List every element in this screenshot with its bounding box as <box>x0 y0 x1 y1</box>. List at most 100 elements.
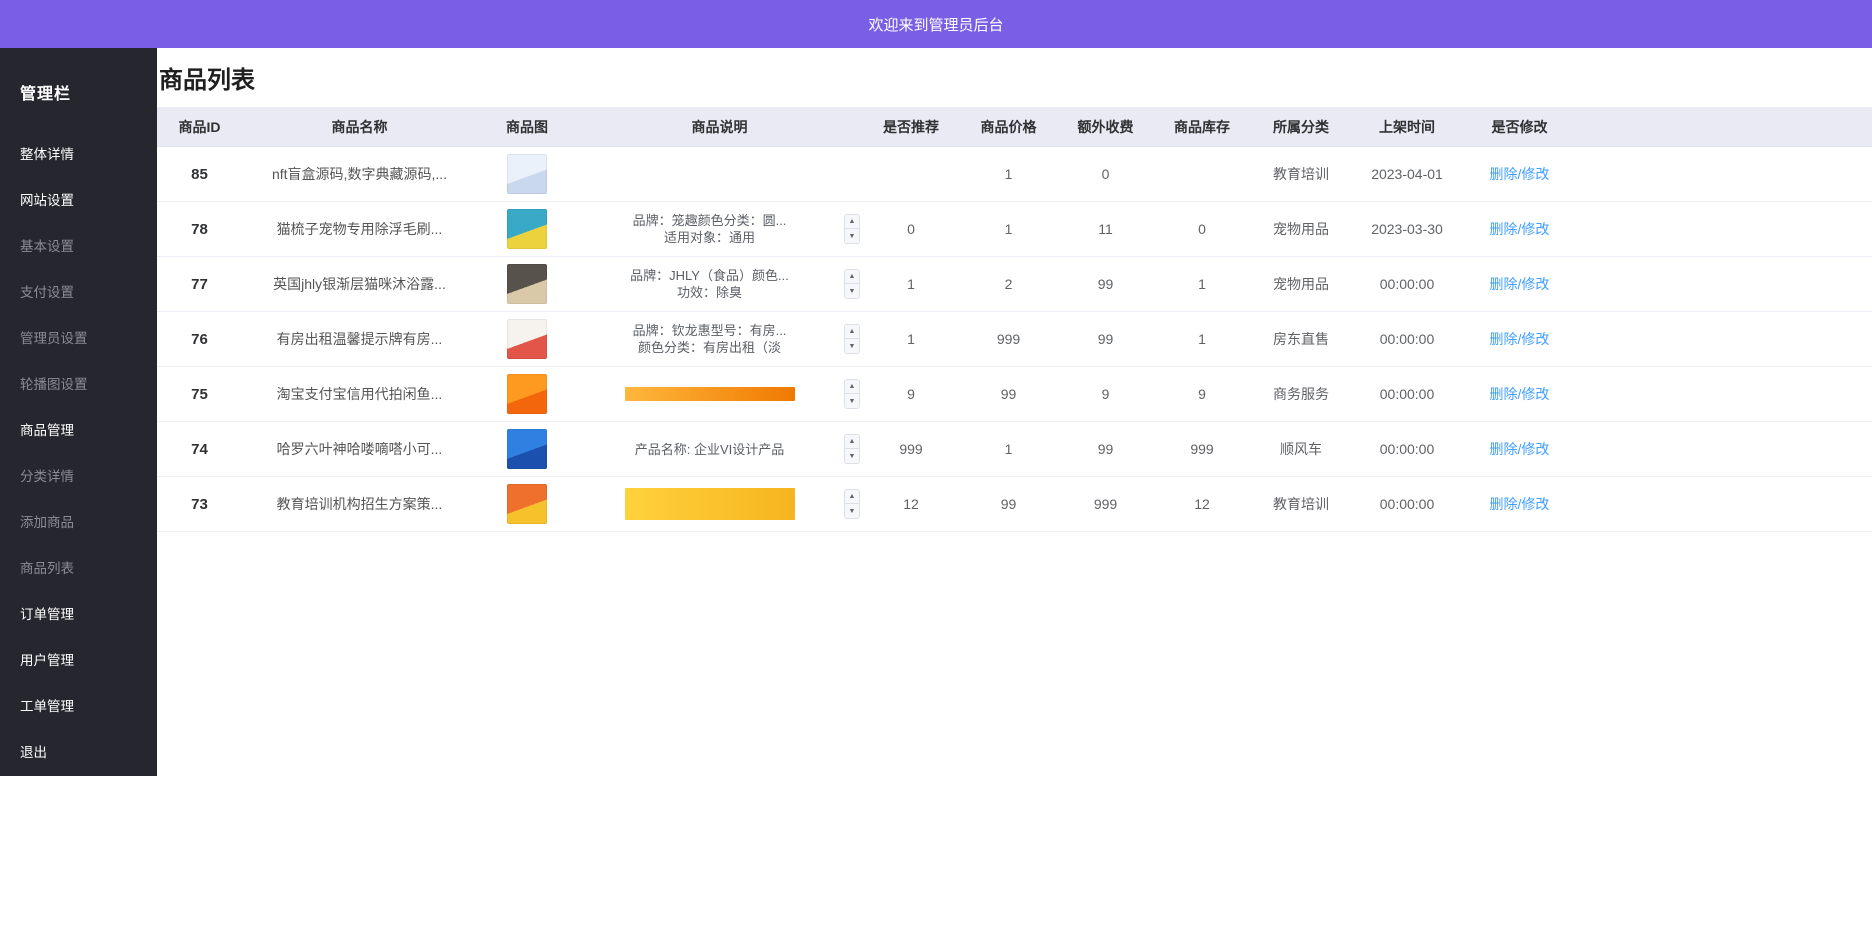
action-cell: 删除/修改 <box>1462 272 1577 296</box>
main-content: 商品列表 商品ID商品名称商品图商品说明是否推荐商品价格额外收费商品库存所属分类… <box>157 48 1872 776</box>
product-description-cell: 品牌：笼趣颜色分类：圆...适用对象：通用 ▲▼ <box>577 202 862 256</box>
stepper-down-icon[interactable]: ▼ <box>845 449 859 463</box>
sidebar-item[interactable]: 支付设置 <box>0 268 157 314</box>
product-name: 猫梳子宠物专用除浮毛刷... <box>242 217 477 241</box>
product-name: 哈罗六叶神哈喽嘀嗒小可... <box>242 437 477 461</box>
delete-edit-link[interactable]: 删除/修改 <box>1490 496 1550 512</box>
stepper-down-icon[interactable]: ▼ <box>845 504 859 518</box>
extra-fee-value: 99 <box>1057 439 1154 459</box>
product-id: 74 <box>157 439 242 460</box>
stepper-down-icon[interactable]: ▼ <box>845 339 859 353</box>
product-thumbnail <box>507 154 547 194</box>
description-image <box>625 387 795 401</box>
column-header: 是否推荐 <box>862 115 960 139</box>
quantity-stepper[interactable]: ▲▼ <box>844 324 860 354</box>
sidebar-item[interactable]: 商品管理 <box>0 406 157 452</box>
extra-fee-value: 11 <box>1057 219 1154 239</box>
app-layout: 管理栏 整体详情网站设置基本设置支付设置管理员设置轮播图设置商品管理分类详情添加… <box>0 48 1872 776</box>
product-name: nft盲盒源码,数字典藏源码,... <box>242 162 477 186</box>
quantity-stepper[interactable]: ▲▼ <box>844 214 860 244</box>
product-description: 品牌：JHLY（食品）颜色...功效：除臭 <box>579 267 840 301</box>
stepper-down-icon[interactable]: ▼ <box>845 284 859 298</box>
column-header: 商品ID <box>157 115 242 139</box>
table-row: 85 nft盲盒源码,数字典藏源码,... 1 0 教育培训 2023-04-0… <box>157 147 1872 202</box>
delete-edit-link[interactable]: 删除/修改 <box>1490 166 1550 182</box>
quantity-stepper[interactable]: ▲▼ <box>844 269 860 299</box>
delete-edit-link[interactable]: 删除/修改 <box>1490 221 1550 237</box>
table-row: 76 有房出租温馨提示牌有房... 品牌：钦龙惠型号：有房...颜色分类：有房出… <box>157 312 1872 367</box>
column-header: 上架时间 <box>1352 115 1462 139</box>
stepper-up-icon[interactable]: ▲ <box>845 215 859 229</box>
listing-time-value: 00:00:00 <box>1352 274 1462 294</box>
listing-time-value: 2023-03-30 <box>1352 219 1462 239</box>
category-value: 商务服务 <box>1250 382 1352 406</box>
sidebar-item[interactable]: 网站设置 <box>0 176 157 222</box>
product-name: 淘宝支付宝信用代拍闲鱼... <box>242 382 477 406</box>
product-id: 78 <box>157 219 242 240</box>
extra-fee-value: 999 <box>1057 494 1154 514</box>
product-description: 品牌：笼趣颜色分类：圆...适用对象：通用 <box>579 212 840 246</box>
product-id: 76 <box>157 329 242 350</box>
product-image-cell <box>477 207 577 251</box>
product-description: 产品名称: 企业VI设计产品 <box>579 441 840 458</box>
stepper-down-icon[interactable]: ▼ <box>845 229 859 243</box>
sidebar-item[interactable]: 订单管理 <box>0 590 157 636</box>
table-row: 78 猫梳子宠物专用除浮毛刷... 品牌：笼趣颜色分类：圆...适用对象：通用 … <box>157 202 1872 257</box>
stock-value: 9 <box>1154 384 1250 404</box>
product-description <box>579 387 840 401</box>
sidebar-item[interactable]: 退出 <box>0 728 157 774</box>
sidebar-item[interactable]: 基本设置 <box>0 222 157 268</box>
extra-fee-value: 99 <box>1057 329 1154 349</box>
category-value: 教育培训 <box>1250 162 1352 186</box>
product-description-cell: ▲▼ <box>577 367 862 421</box>
listing-time-value: 00:00:00 <box>1352 439 1462 459</box>
stepper-up-icon[interactable]: ▲ <box>845 490 859 504</box>
recommend-value: 0 <box>862 219 960 239</box>
category-value: 房东直售 <box>1250 327 1352 351</box>
quantity-stepper[interactable]: ▲▼ <box>844 489 860 519</box>
delete-edit-link[interactable]: 删除/修改 <box>1490 441 1550 457</box>
price-value: 1 <box>960 439 1057 459</box>
stepper-down-icon[interactable]: ▼ <box>845 394 859 408</box>
sidebar-item[interactable]: 轮播图设置 <box>0 360 157 406</box>
stepper-up-icon[interactable]: ▲ <box>845 270 859 284</box>
table-row: 73 教育培训机构招生方案策... ▲▼ 12 99 999 12 教育培训 0… <box>157 477 1872 532</box>
category-value: 宠物用品 <box>1250 217 1352 241</box>
product-id: 77 <box>157 274 242 295</box>
stepper-up-icon[interactable]: ▲ <box>845 380 859 394</box>
column-header: 商品说明 <box>577 115 862 139</box>
quantity-stepper[interactable]: ▲▼ <box>844 434 860 464</box>
sidebar-item[interactable]: 商品列表 <box>0 544 157 590</box>
delete-edit-link[interactable]: 删除/修改 <box>1490 386 1550 402</box>
recommend-value <box>862 172 960 176</box>
category-value: 宠物用品 <box>1250 272 1352 296</box>
recommend-value: 999 <box>862 439 960 459</box>
product-name: 英国jhly银渐层猫咪沐浴露... <box>242 272 477 296</box>
product-description: 品牌：钦龙惠型号：有房...颜色分类：有房出租（淡 <box>579 322 840 356</box>
product-description-cell: 品牌：钦龙惠型号：有房...颜色分类：有房出租（淡 ▲▼ <box>577 312 862 366</box>
stepper-up-icon[interactable]: ▲ <box>845 325 859 339</box>
recommend-value: 12 <box>862 494 960 514</box>
price-value: 999 <box>960 329 1057 349</box>
price-value: 1 <box>960 164 1057 184</box>
table-body: 85 nft盲盒源码,数字典藏源码,... 1 0 教育培训 2023-04-0… <box>157 147 1872 532</box>
sidebar-item[interactable]: 管理员设置 <box>0 314 157 360</box>
product-image-cell <box>477 152 577 196</box>
delete-edit-link[interactable]: 删除/修改 <box>1490 331 1550 347</box>
description-line: 品牌：钦龙惠型号：有房... <box>633 322 787 339</box>
sidebar-item[interactable]: 分类详情 <box>0 452 157 498</box>
sidebar: 管理栏 整体详情网站设置基本设置支付设置管理员设置轮播图设置商品管理分类详情添加… <box>0 48 157 776</box>
action-cell: 删除/修改 <box>1462 162 1577 186</box>
listing-time-value: 00:00:00 <box>1352 329 1462 349</box>
stepper-up-icon[interactable]: ▲ <box>845 435 859 449</box>
product-description <box>579 488 840 520</box>
description-line: 品牌：JHLY（食品）颜色... <box>630 267 789 284</box>
sidebar-item[interactable]: 添加商品 <box>0 498 157 544</box>
sidebar-item[interactable]: 工单管理 <box>0 682 157 728</box>
sidebar-menu: 整体详情网站设置基本设置支付设置管理员设置轮播图设置商品管理分类详情添加商品商品… <box>0 130 157 774</box>
listing-time-value: 2023-04-01 <box>1352 164 1462 184</box>
sidebar-item[interactable]: 整体详情 <box>0 130 157 176</box>
quantity-stepper[interactable]: ▲▼ <box>844 379 860 409</box>
sidebar-item[interactable]: 用户管理 <box>0 636 157 682</box>
delete-edit-link[interactable]: 删除/修改 <box>1490 276 1550 292</box>
